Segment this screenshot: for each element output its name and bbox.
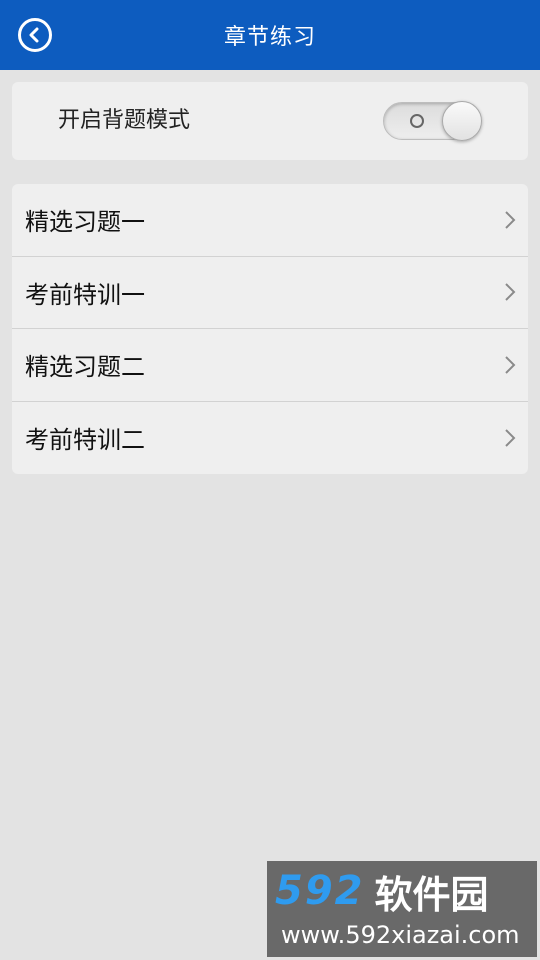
site-watermark: 592 软件园 www.592xiazai.com bbox=[267, 861, 537, 957]
list-item-pre-exam-training-2[interactable]: 考前特训二 bbox=[12, 402, 528, 475]
list-item-label: 考前特训二 bbox=[25, 426, 145, 455]
list-item-label: 精选习题二 bbox=[25, 353, 145, 382]
toggle-knob bbox=[442, 101, 482, 141]
back-button[interactable] bbox=[18, 18, 52, 52]
memorize-mode-card: 开启背题模式 bbox=[12, 82, 528, 160]
memorize-mode-label: 开启背题模式 bbox=[58, 108, 191, 133]
list-item-label: 精选习题一 bbox=[25, 208, 145, 237]
back-circle-icon bbox=[29, 27, 39, 43]
header-bar: 章节练习 bbox=[0, 0, 540, 70]
watermark-url: www.592xiazai.com bbox=[281, 921, 520, 949]
list-item-label: 考前特训一 bbox=[25, 280, 145, 309]
watermark-logo-text: 软件园 bbox=[374, 872, 489, 917]
watermark-logo: 592 软件园 bbox=[275, 868, 530, 917]
chapter-list: 精选习题一 考前特训一 精选习题二 考前特训二 bbox=[12, 184, 528, 474]
chevron-right-icon bbox=[500, 428, 520, 448]
chevron-right-icon bbox=[500, 355, 520, 375]
list-item-pre-exam-training-1[interactable]: 考前特训一 bbox=[12, 257, 528, 329]
toggle-off-indicator-icon bbox=[410, 114, 424, 128]
list-item-selected-exercises-1[interactable]: 精选习题一 bbox=[12, 184, 528, 257]
watermark-logo-number: 592 bbox=[275, 868, 365, 914]
list-item-selected-exercises-2[interactable]: 精选习题二 bbox=[12, 329, 528, 402]
memorize-mode-toggle[interactable] bbox=[383, 101, 482, 141]
page-title: 章节练习 bbox=[223, 25, 316, 50]
chevron-right-icon bbox=[500, 210, 520, 230]
chevron-right-icon bbox=[500, 282, 520, 302]
